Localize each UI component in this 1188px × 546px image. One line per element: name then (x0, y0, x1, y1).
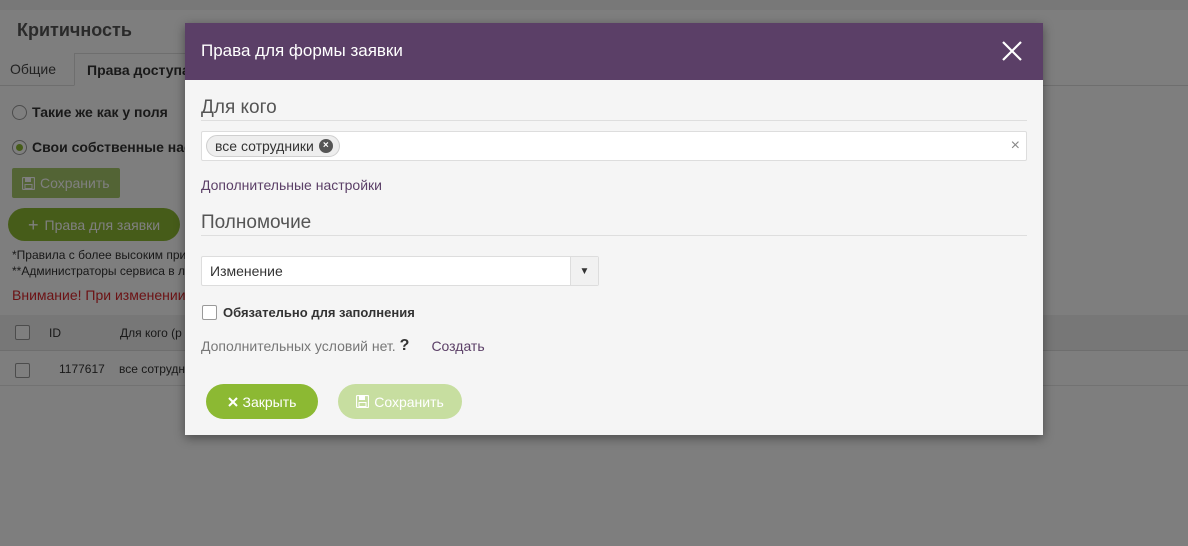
help-icon[interactable]: ? (400, 337, 410, 355)
for-whom-input[interactable]: все сотрудники × × (201, 131, 1027, 161)
required-field-option[interactable]: Обязательно для заполнения (202, 305, 415, 320)
dialog-header: Права для формы заявки (185, 23, 1043, 80)
clear-all-icon[interactable]: × (1011, 137, 1020, 155)
tag-label: все сотрудники (215, 138, 314, 154)
more-settings-link[interactable]: Дополнительные настройки (201, 177, 382, 193)
rights-dialog: Права для формы заявки Для кого все сотр… (185, 23, 1043, 435)
create-condition-link[interactable]: Создать (431, 338, 484, 354)
dialog-title: Права для формы заявки (201, 41, 403, 60)
close-icon (227, 396, 238, 407)
conditions-row: Дополнительных условий нет. ? Создать (201, 337, 485, 355)
chevron-down-icon[interactable]: ▼ (570, 257, 598, 285)
save-button[interactable]: Сохранить (338, 384, 462, 419)
divider (201, 235, 1027, 236)
conditions-text: Дополнительных условий нет. (201, 338, 396, 354)
permission-select[interactable]: Изменение ▼ (201, 256, 599, 286)
remove-tag-icon[interactable]: × (318, 139, 333, 153)
button-label: Закрыть (242, 393, 297, 410)
for-whom-heading: Для кого (201, 97, 277, 118)
button-label: Сохранить (374, 393, 444, 410)
permission-heading: Полномочие (201, 212, 312, 233)
divider (201, 120, 1027, 121)
required-checkbox[interactable] (202, 305, 217, 320)
close-button[interactable]: Закрыть (206, 384, 318, 419)
close-icon[interactable] (1001, 40, 1023, 62)
selected-tag: все сотрудники × (206, 135, 340, 157)
select-value: Изменение (210, 263, 283, 279)
checkbox-label: Обязательно для заполнения (223, 305, 415, 320)
floppy-disk-icon (356, 395, 370, 408)
